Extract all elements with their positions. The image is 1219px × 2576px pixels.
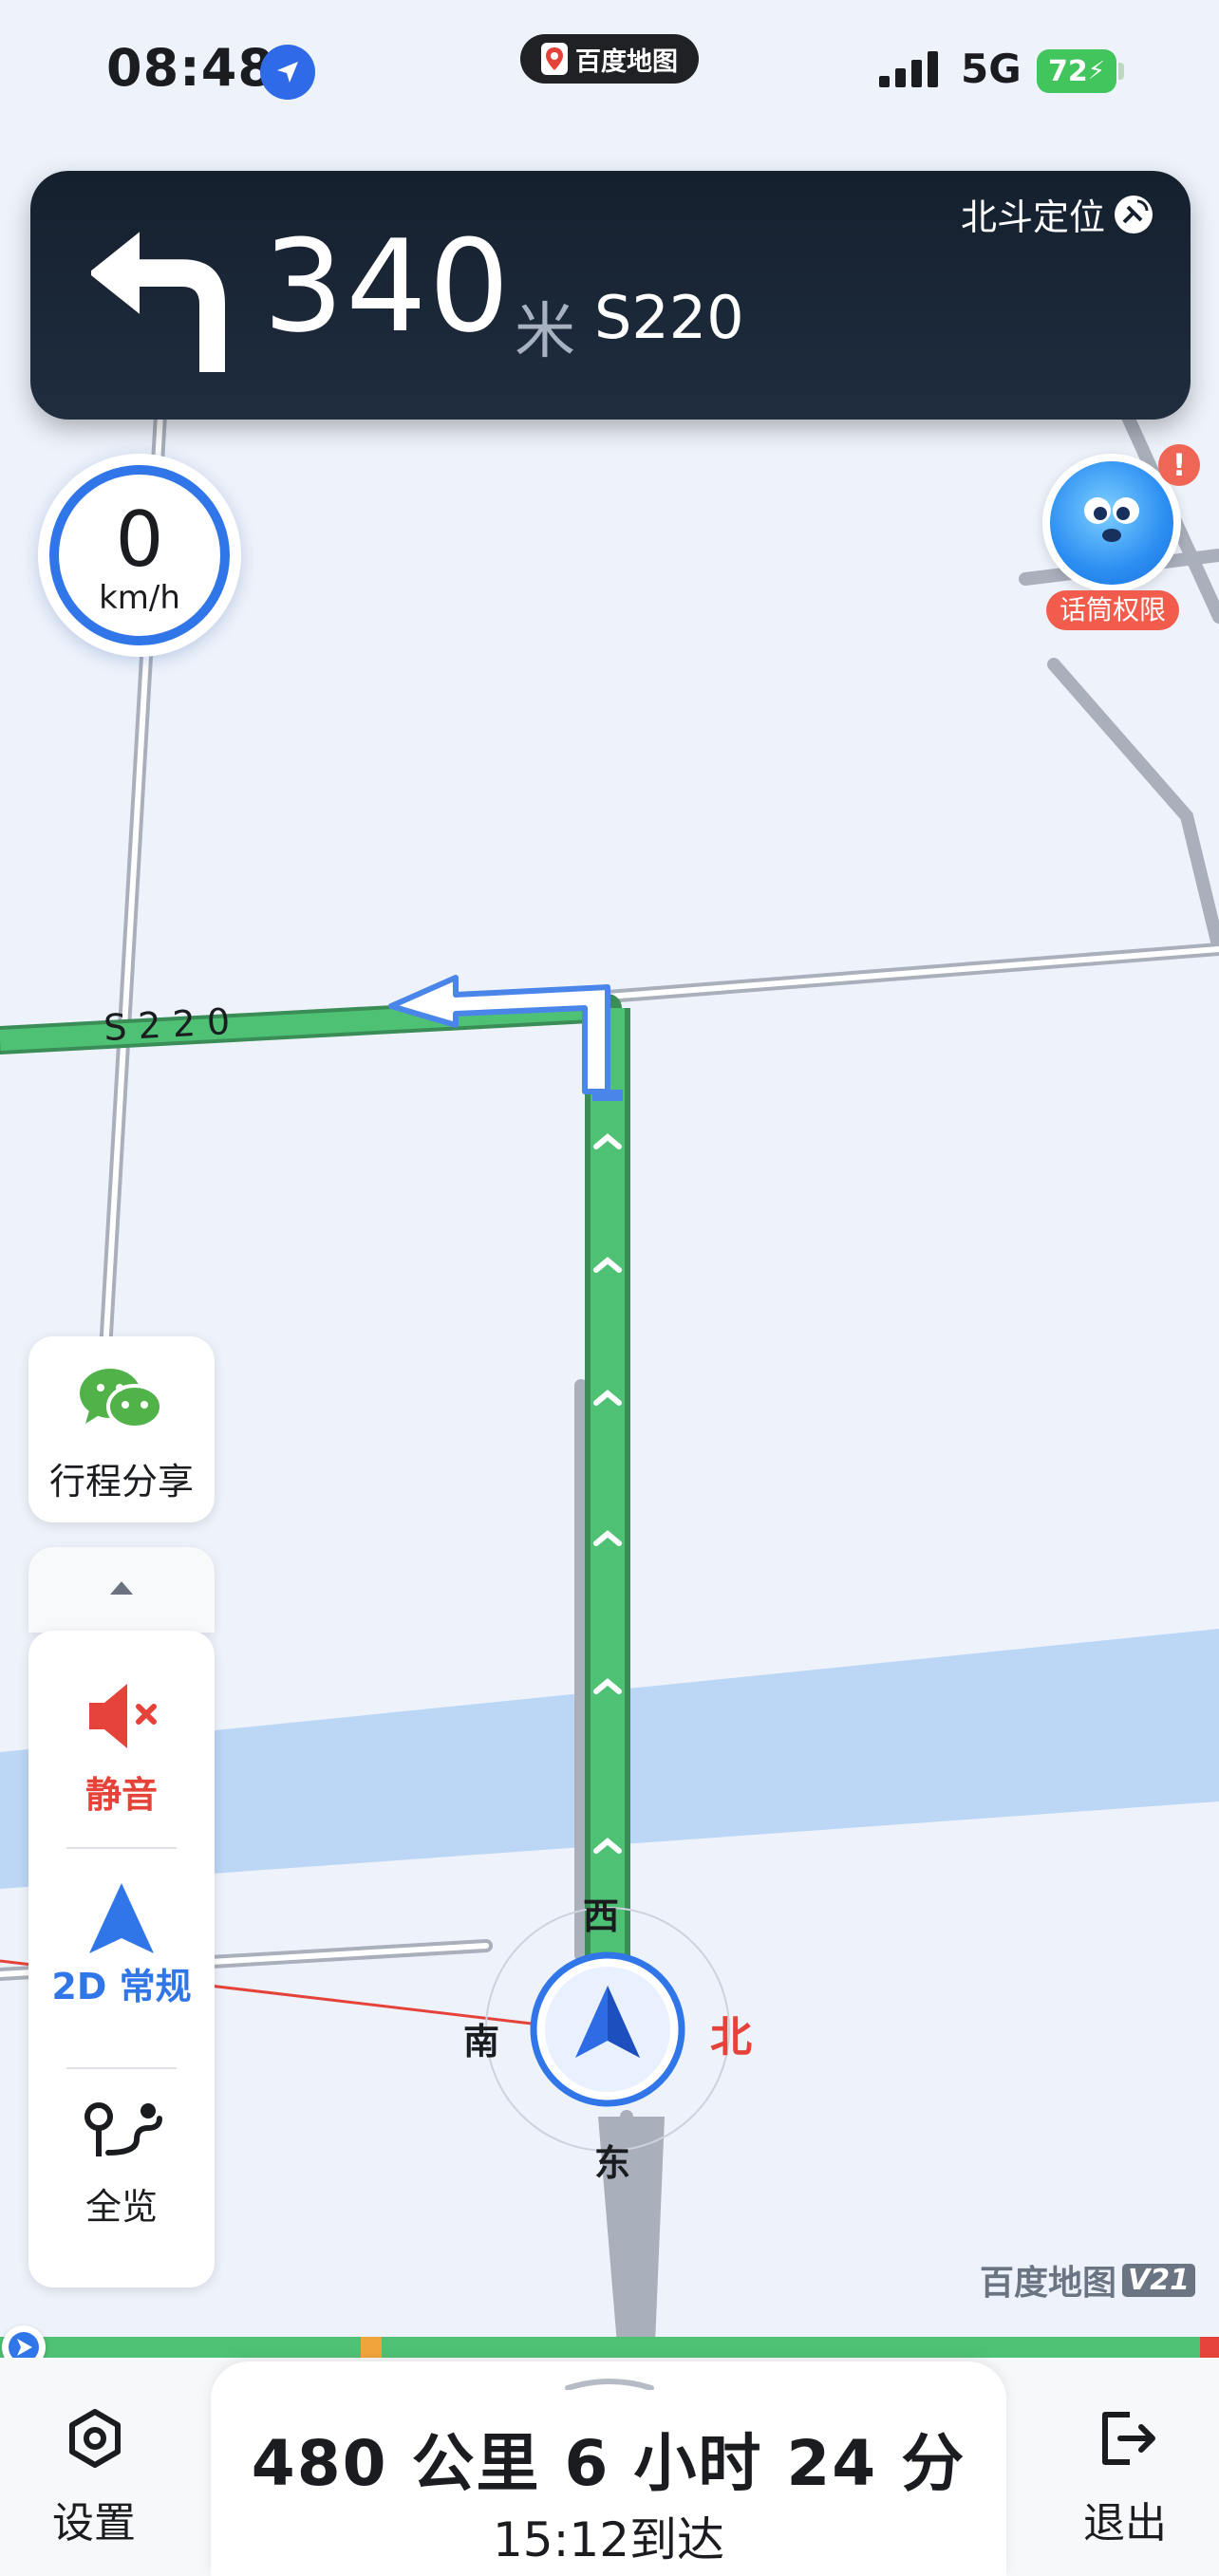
drag-handle-icon[interactable] bbox=[564, 2377, 655, 2390]
mic-permission-label: 话筒权限 bbox=[1046, 590, 1179, 630]
app-name: 百度地图 bbox=[575, 47, 678, 77]
positioning-label: 北斗定位 bbox=[961, 196, 1106, 238]
view-mode-label: 2D 常规 bbox=[51, 1966, 192, 2007]
watermark-version: V21 bbox=[1122, 2263, 1195, 2297]
trip-share-button[interactable]: 行程分享 bbox=[28, 1336, 215, 1522]
battery-indicator: 72 ⚡ bbox=[1037, 49, 1116, 93]
exit-button[interactable]: 退出 bbox=[1054, 2401, 1196, 2553]
speedometer: 0 km/h bbox=[38, 454, 241, 657]
alert-badge: ! bbox=[1158, 444, 1200, 486]
view-mode-button[interactable]: 2D 常规 bbox=[28, 1851, 215, 2069]
trip-share-label: 行程分享 bbox=[48, 1461, 194, 1503]
route-overview-icon bbox=[84, 2102, 162, 2156]
cellular-signal-icon bbox=[879, 51, 938, 87]
baidu-map-logo-icon bbox=[541, 43, 568, 75]
navigation-arrow-icon bbox=[89, 1883, 154, 1953]
navigation-tools-panel: 静音 2D 常规 全览 bbox=[28, 1631, 215, 2287]
exit-icon bbox=[1102, 2412, 1155, 2465]
compass-east-label: 东 bbox=[594, 2142, 631, 2184]
satellite-icon bbox=[1115, 195, 1153, 233]
remaining-distance-time: 480 公里 6 小时 24 分 bbox=[251, 2427, 966, 2500]
settings-gear-icon bbox=[69, 2409, 121, 2468]
divider bbox=[66, 1847, 177, 1849]
road-label: S 2 2 0 bbox=[103, 1000, 231, 1049]
positioning-status: 北斗定位 bbox=[961, 188, 1154, 240]
compass-south-label: 南 bbox=[463, 2021, 500, 2063]
speed-unit: km/h bbox=[99, 579, 180, 617]
mute-label: 静音 bbox=[84, 1774, 158, 1816]
status-bar: 08:48 百度地图 5G 72 ⚡ bbox=[0, 0, 1219, 142]
traffic-segment bbox=[1200, 2337, 1219, 2358]
chevron-up-icon bbox=[110, 1581, 133, 1595]
divider bbox=[66, 2067, 177, 2069]
settings-button[interactable]: 设置 bbox=[23, 2401, 165, 2553]
trip-summary-panel[interactable]: 480 公里 6 小时 24 分 15:12到达 bbox=[211, 2361, 1006, 2576]
location-arrow-icon bbox=[260, 45, 315, 100]
panel-collapse-button[interactable] bbox=[28, 1547, 215, 1633]
next-road-name: S220 bbox=[594, 283, 744, 352]
status-time: 08:48 bbox=[106, 38, 274, 98]
turn-distance: 340 bbox=[263, 213, 512, 361]
mute-button[interactable]: 静音 bbox=[28, 1631, 215, 1849]
route-traffic-bar bbox=[0, 2337, 1219, 2358]
arrival-time: 15:12到达 bbox=[492, 2512, 725, 2567]
compass-west-label: 西 bbox=[583, 1895, 620, 1937]
current-speed: 0 bbox=[115, 495, 164, 584]
overview-button[interactable]: 全览 bbox=[28, 2071, 215, 2289]
charging-bolt-icon: ⚡ bbox=[1087, 57, 1105, 85]
watermark-text: 百度地图 bbox=[980, 2264, 1117, 2303]
baidu-map-watermark: 百度地图 V21 bbox=[980, 2255, 1195, 2305]
distance-unit: 米 bbox=[515, 297, 575, 367]
overview-label: 全览 bbox=[84, 2186, 158, 2228]
network-type: 5G bbox=[961, 46, 1022, 92]
settings-label: 设置 bbox=[52, 2499, 136, 2548]
battery-tip bbox=[1118, 63, 1124, 80]
exit-label: 退出 bbox=[1083, 2499, 1167, 2548]
wechat-icon bbox=[80, 1369, 163, 1429]
turn-left-icon bbox=[91, 232, 226, 373]
compass-north-label: 北 bbox=[710, 2013, 752, 2062]
speaker-muted-icon bbox=[89, 1684, 157, 1748]
traffic-segment bbox=[361, 2337, 382, 2358]
battery-level: 72 bbox=[1047, 54, 1088, 88]
turn-guidance-card[interactable]: 340 米 S220 北斗定位 bbox=[30, 171, 1191, 420]
voice-assistant-button[interactable]: ! 话筒权限 bbox=[1035, 444, 1200, 634]
app-indicator[interactable]: 百度地图 bbox=[520, 34, 699, 84]
